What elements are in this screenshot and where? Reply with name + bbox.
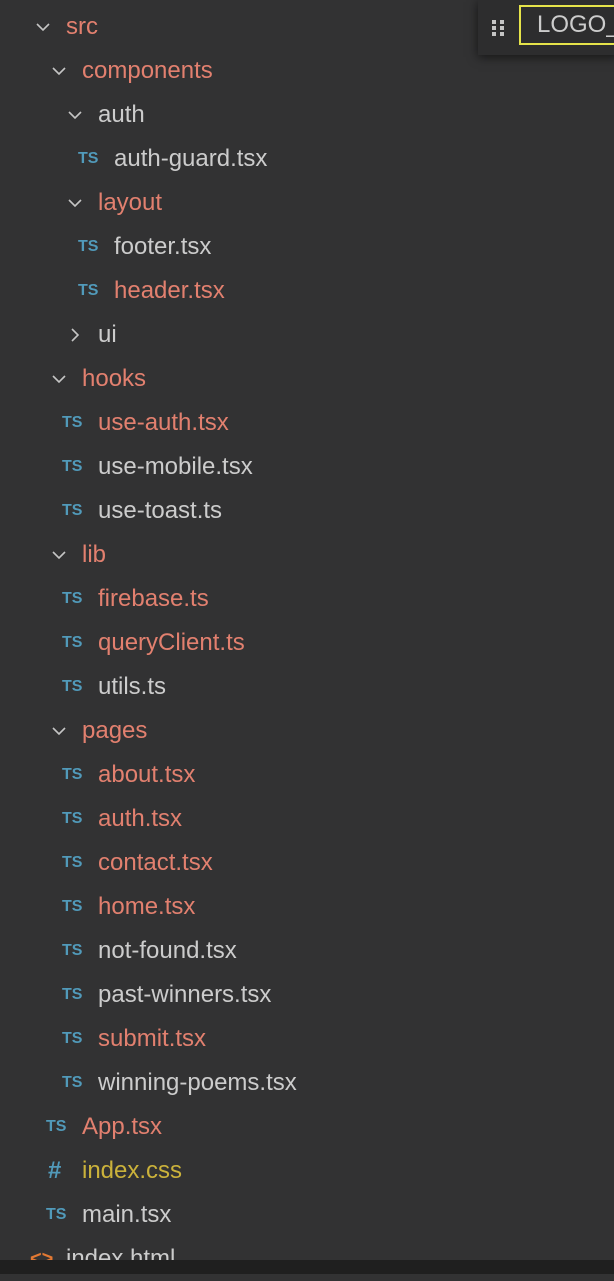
ts-file-icon: TS bbox=[62, 1030, 83, 1047]
chevron-down-icon[interactable] bbox=[51, 371, 67, 387]
folder-item[interactable]: lib bbox=[0, 533, 614, 577]
file-item[interactable]: TS main.tsx bbox=[0, 1193, 614, 1237]
chevron-down-icon[interactable] bbox=[51, 63, 67, 79]
item-label: header.tsx bbox=[114, 277, 225, 304]
folder-item[interactable]: auth bbox=[0, 93, 614, 137]
item-label: home.tsx bbox=[98, 893, 196, 920]
file-item[interactable]: # index.css bbox=[0, 1149, 614, 1193]
item-label: pages bbox=[82, 717, 148, 744]
file-item[interactable]: TS firebase.ts bbox=[0, 577, 614, 621]
item-label: ui bbox=[98, 321, 117, 348]
ts-file-icon: TS bbox=[62, 634, 83, 651]
item-label: auth-guard.tsx bbox=[114, 145, 268, 172]
item-label: utils.ts bbox=[98, 673, 167, 700]
file-item[interactable]: TS auth-guard.tsx bbox=[0, 137, 614, 181]
file-item[interactable]: TS utils.ts bbox=[0, 665, 614, 709]
item-label: about.tsx bbox=[98, 761, 196, 788]
file-item[interactable]: TS winning-poems.tsx bbox=[0, 1061, 614, 1105]
item-label: auth.tsx bbox=[98, 805, 183, 832]
folder-item[interactable]: layout bbox=[0, 181, 614, 225]
folder-item[interactable]: pages bbox=[0, 709, 614, 753]
chevron-down-icon[interactable] bbox=[51, 547, 67, 563]
ts-file-icon: TS bbox=[46, 1118, 67, 1135]
ts-file-icon: TS bbox=[78, 150, 99, 167]
item-label: main.tsx bbox=[82, 1201, 172, 1228]
drag-handle-icon[interactable] bbox=[492, 20, 504, 36]
folder-item[interactable]: ui bbox=[0, 313, 614, 357]
file-item[interactable]: TS header.tsx bbox=[0, 269, 614, 313]
item-label: queryClient.ts bbox=[98, 629, 245, 656]
ts-file-icon: TS bbox=[78, 238, 99, 255]
file-item[interactable]: TS auth.tsx bbox=[0, 797, 614, 841]
ts-file-icon: TS bbox=[62, 986, 83, 1003]
item-label: hooks bbox=[82, 365, 147, 392]
item-label: past-winners.tsx bbox=[98, 981, 272, 1008]
html-file-icon: <> bbox=[30, 1248, 54, 1270]
item-label: not-found.tsx bbox=[98, 937, 237, 964]
item-label: contact.tsx bbox=[98, 849, 213, 876]
ts-file-icon: TS bbox=[62, 590, 83, 607]
ts-file-icon: TS bbox=[78, 282, 99, 299]
chevron-down-icon[interactable] bbox=[35, 19, 51, 35]
item-label: components bbox=[82, 57, 213, 84]
item-label: submit.tsx bbox=[98, 1025, 207, 1052]
item-label: src bbox=[66, 13, 98, 40]
file-item[interactable]: TS about.tsx bbox=[0, 753, 614, 797]
ts-file-icon: TS bbox=[62, 810, 83, 827]
ts-file-icon: TS bbox=[62, 678, 83, 695]
file-item[interactable]: TS use-mobile.tsx bbox=[0, 445, 614, 489]
item-label: use-auth.tsx bbox=[98, 409, 229, 436]
ts-file-icon: TS bbox=[62, 1074, 83, 1091]
ts-file-icon: TS bbox=[62, 502, 83, 519]
chevron-down-icon[interactable] bbox=[67, 107, 83, 123]
ts-file-icon: TS bbox=[62, 766, 83, 783]
ts-file-icon: TS bbox=[62, 942, 83, 959]
file-item[interactable]: TS past-winners.tsx bbox=[0, 973, 614, 1017]
chevron-down-icon[interactable] bbox=[67, 195, 83, 211]
file-item[interactable]: TS use-auth.tsx bbox=[0, 401, 614, 445]
find-input[interactable]: LOGO_ bbox=[519, 5, 614, 45]
file-item[interactable]: TS queryClient.ts bbox=[0, 621, 614, 665]
file-item[interactable]: <> index.html bbox=[0, 1237, 614, 1281]
item-label: footer.tsx bbox=[114, 233, 212, 260]
file-item[interactable]: TS contact.tsx bbox=[0, 841, 614, 885]
item-label: auth bbox=[98, 101, 145, 128]
chevron-down-icon[interactable] bbox=[51, 723, 67, 739]
item-label: use-mobile.tsx bbox=[98, 453, 253, 480]
folder-item[interactable]: components bbox=[0, 49, 614, 93]
ts-file-icon: TS bbox=[62, 854, 83, 871]
item-label: layout bbox=[98, 189, 163, 216]
css-file-icon: # bbox=[48, 1157, 62, 1184]
file-item[interactable]: TS footer.tsx bbox=[0, 225, 614, 269]
file-item[interactable]: TS use-toast.ts bbox=[0, 489, 614, 533]
ts-file-icon: TS bbox=[62, 898, 83, 915]
file-item[interactable]: TS App.tsx bbox=[0, 1105, 614, 1149]
item-label: winning-poems.tsx bbox=[98, 1069, 297, 1096]
item-label: lib bbox=[82, 541, 107, 568]
item-label: firebase.ts bbox=[98, 585, 209, 612]
ts-file-icon: TS bbox=[46, 1206, 67, 1223]
horizontal-scrollbar[interactable] bbox=[0, 1260, 614, 1274]
file-item[interactable]: TS submit.tsx bbox=[0, 1017, 614, 1061]
ts-file-icon: TS bbox=[62, 414, 83, 431]
item-label: index.css bbox=[82, 1157, 183, 1184]
item-label: App.tsx bbox=[82, 1113, 163, 1140]
folder-item[interactable]: hooks bbox=[0, 357, 614, 401]
find-widget: LOGO_ bbox=[478, 0, 614, 55]
chevron-right-icon[interactable] bbox=[67, 327, 83, 343]
ts-file-icon: TS bbox=[62, 458, 83, 475]
item-label: index.html bbox=[66, 1245, 176, 1272]
file-item[interactable]: TS not-found.tsx bbox=[0, 929, 614, 973]
file-item[interactable]: TS home.tsx bbox=[0, 885, 614, 929]
item-label: use-toast.ts bbox=[98, 497, 223, 524]
